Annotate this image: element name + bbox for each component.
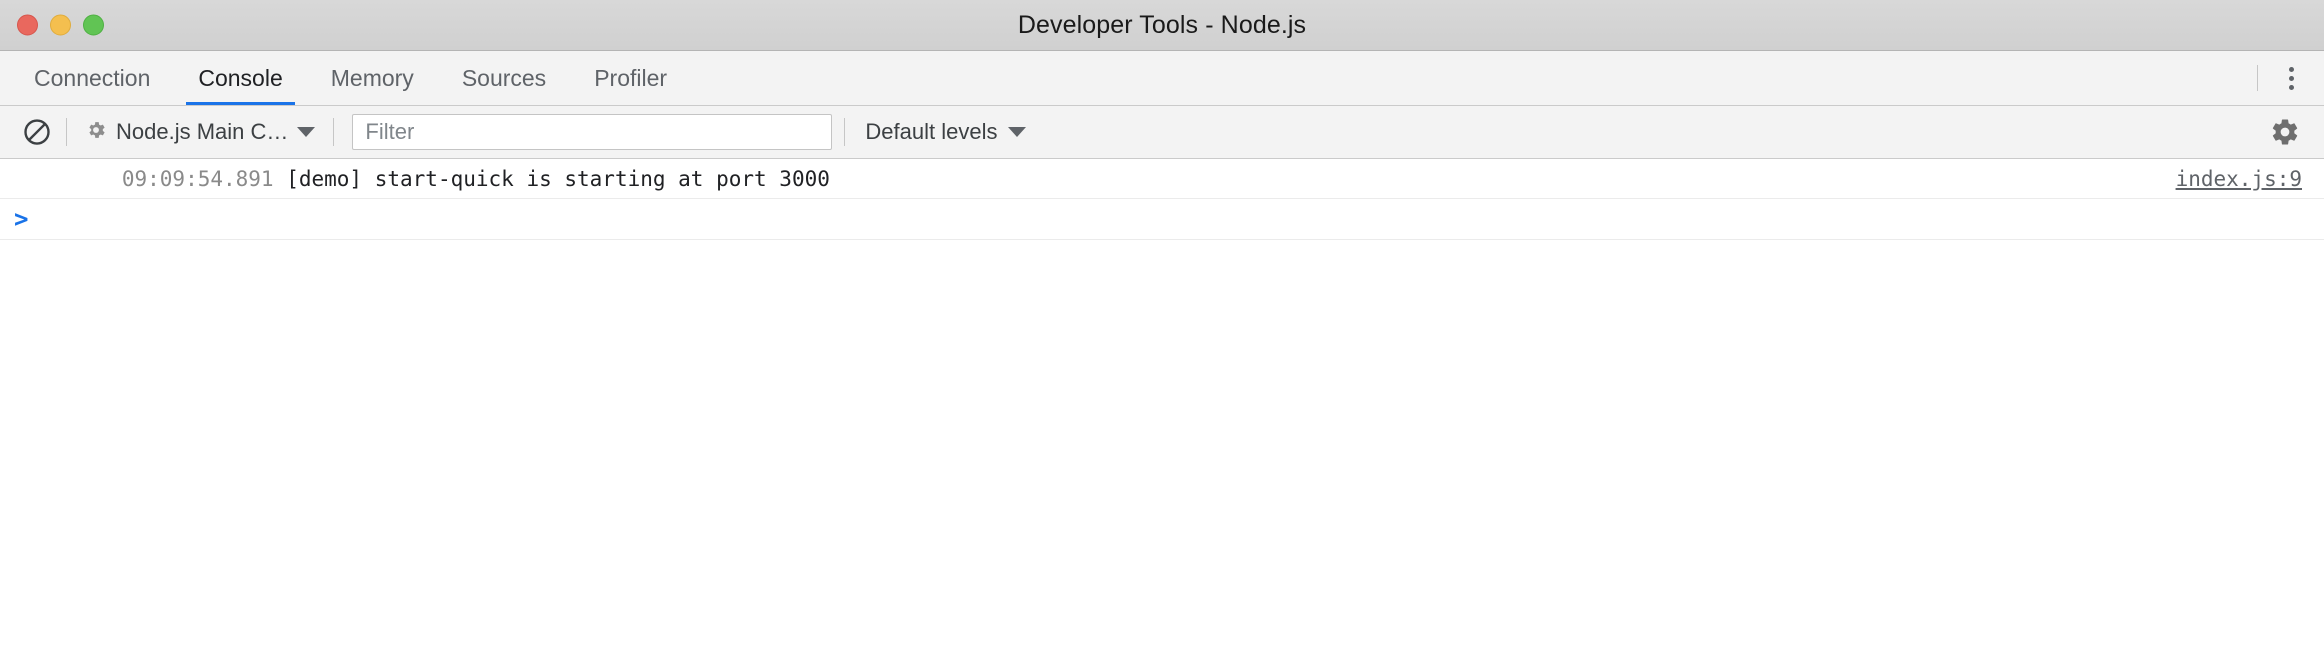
filter-placeholder: Filter — [365, 119, 415, 144]
chevron-down-icon — [297, 127, 316, 137]
gear-icon — [85, 119, 107, 146]
execution-context-label: Node.js Main C… — [116, 119, 289, 144]
window-controls — [17, 14, 104, 36]
execution-context-selector[interactable]: Node.js Main C… — [79, 119, 321, 146]
log-levels-selector[interactable]: Default levels — [857, 119, 1034, 145]
tab-console[interactable]: Console — [174, 51, 306, 105]
tab-connection[interactable]: Connection — [10, 51, 174, 105]
console-message-row[interactable]: 09:09:54.891 [demo] start-quick is start… — [0, 159, 2324, 199]
console-output: 09:09:54.891 [demo] start-quick is start… — [0, 159, 2324, 671]
kebab-menu-icon[interactable] — [2274, 61, 2308, 95]
toolbar-divider-1 — [66, 118, 67, 146]
close-window-button[interactable] — [17, 14, 38, 36]
tab-console-label: Console — [198, 64, 283, 91]
chevron-down-icon — [1008, 127, 1027, 137]
toolbar-divider-3 — [844, 118, 846, 146]
console-toolbar: Node.js Main C… Filter Default levels — [0, 106, 2324, 159]
tab-sources[interactable]: Sources — [438, 51, 570, 105]
maximize-window-button[interactable] — [83, 14, 104, 36]
minimize-window-button[interactable] — [50, 14, 71, 36]
devtools-tabbar: Connection Console Memory Sources Profil… — [0, 51, 2324, 106]
console-message-timestamp: 09:09:54.891 — [121, 166, 274, 191]
toolbar-divider-2 — [333, 118, 335, 146]
tab-profiler-label: Profiler — [594, 64, 668, 91]
tab-memory[interactable]: Memory — [307, 51, 438, 105]
console-message-text: 09:09:54.891 [demo] start-quick is start… — [46, 159, 830, 215]
filter-input[interactable]: Filter — [352, 114, 833, 150]
console-message-body: [demo] start-quick is starting at port 3… — [273, 166, 830, 191]
tab-list: Connection Console Memory Sources Profil… — [0, 51, 691, 105]
settings-gear-icon[interactable] — [2266, 113, 2304, 151]
log-levels-label: Default levels — [865, 119, 998, 144]
toolbar-right-actions — [2266, 113, 2310, 151]
tab-profiler[interactable]: Profiler — [570, 51, 691, 105]
tabbar-actions — [2241, 51, 2324, 105]
prompt-caret-icon: > — [14, 205, 29, 233]
tab-sources-label: Sources — [461, 64, 547, 91]
tabbar-divider — [2257, 65, 2258, 91]
console-message-source-link[interactable]: index.js:9 — [2176, 167, 2302, 191]
window-title: Developer Tools - Node.js — [1017, 10, 1307, 39]
tab-memory-label: Memory — [330, 64, 414, 91]
tab-connection-label: Connection — [34, 64, 151, 91]
clear-console-icon[interactable] — [20, 115, 54, 149]
window-titlebar: Developer Tools - Node.js — [0, 0, 2324, 51]
